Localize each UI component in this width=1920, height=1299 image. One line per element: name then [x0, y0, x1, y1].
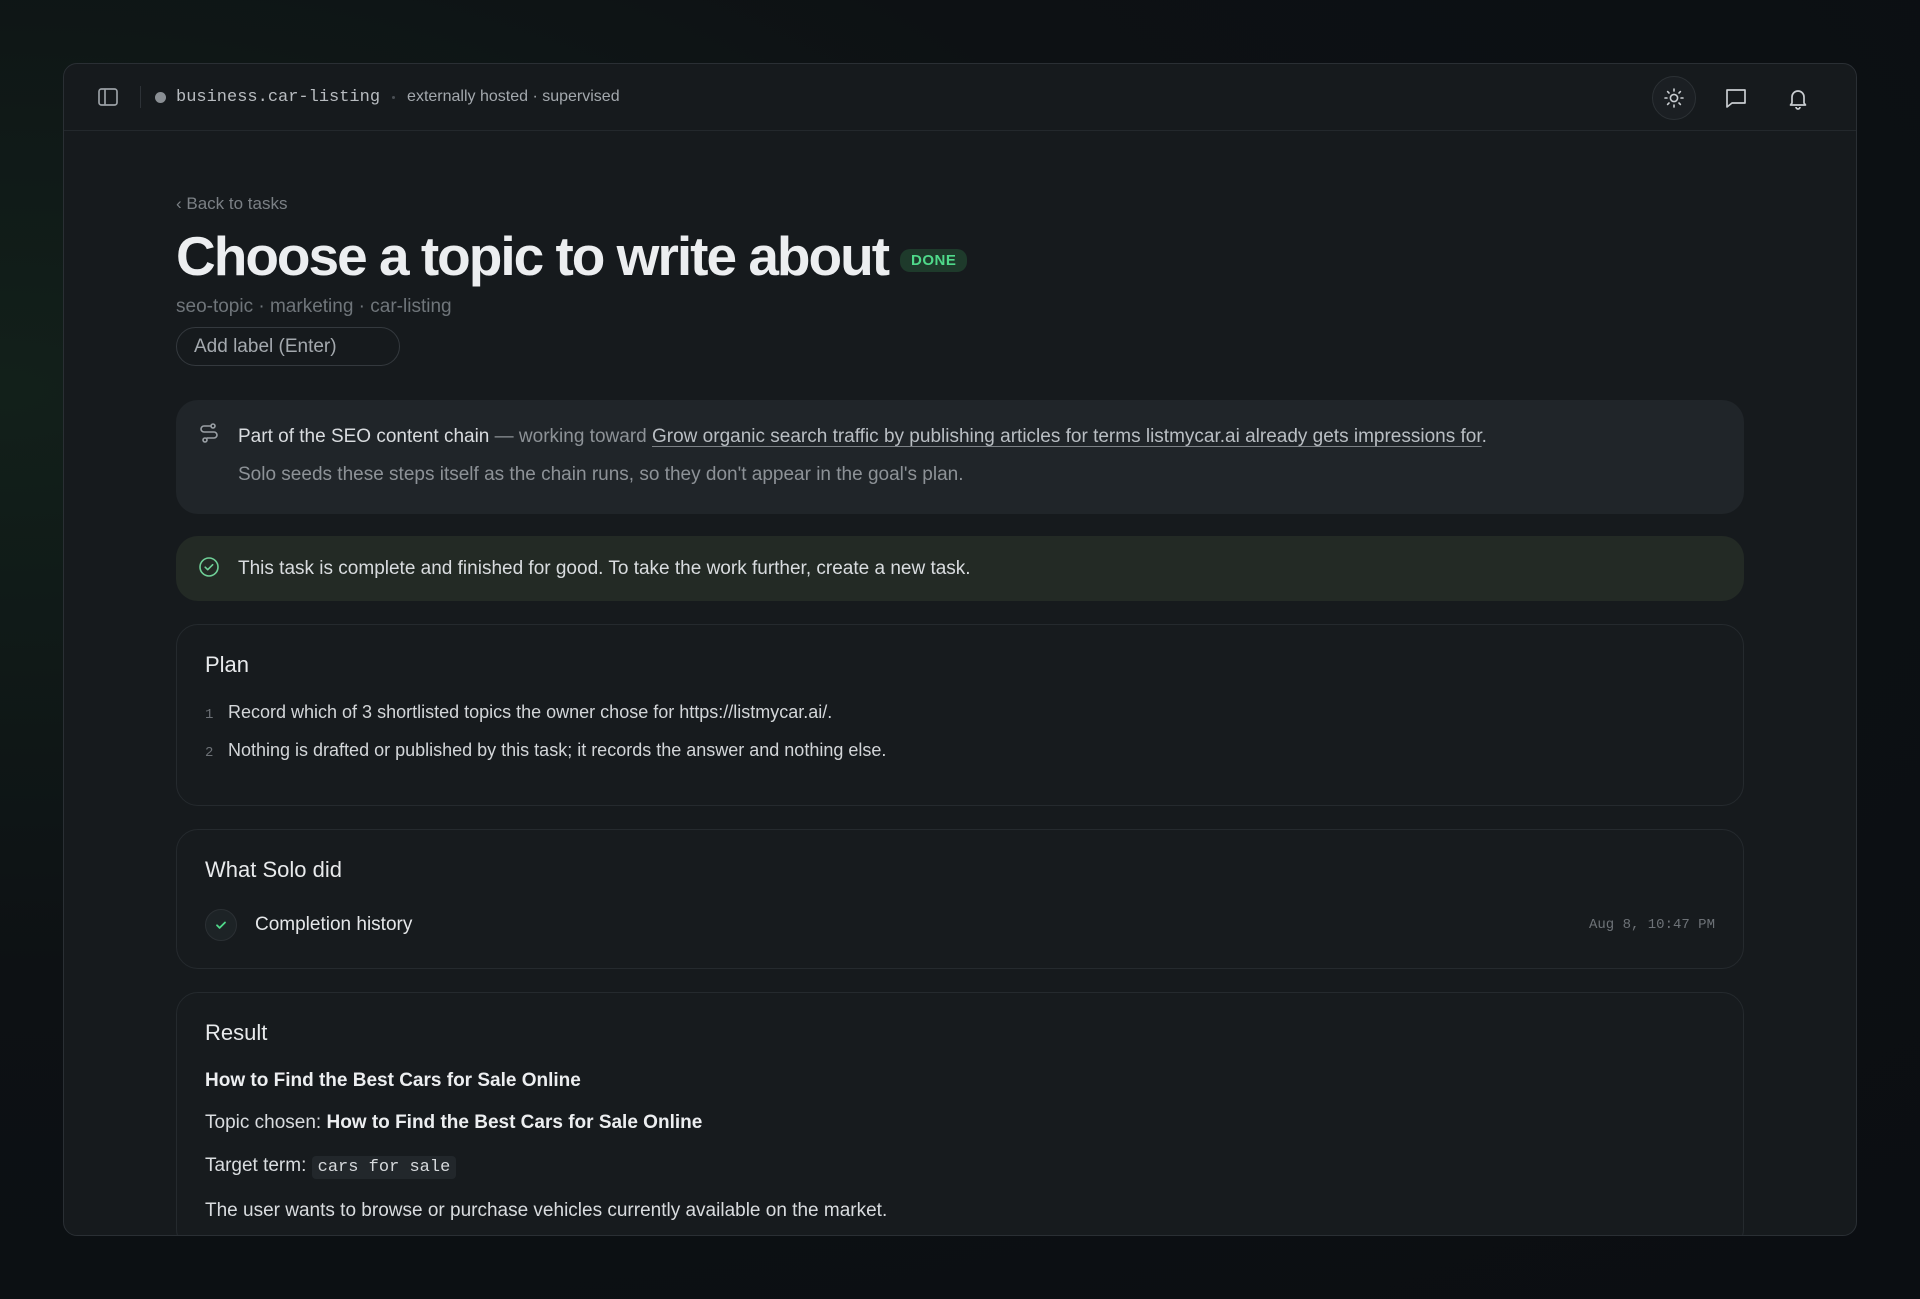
- chat-button[interactable]: [1714, 76, 1758, 120]
- plan-title: Plan: [205, 652, 250, 677]
- completion-history-label: Completion history: [255, 914, 413, 935]
- chain-lead: Part of the SEO content chain: [238, 426, 490, 447]
- sidebar-toggle-icon[interactable]: [94, 83, 122, 111]
- top-actions: [1652, 64, 1820, 131]
- status-dot: [155, 91, 166, 103]
- chain-icon: [198, 420, 222, 444]
- plan-step: 1 Record which of 3 shortlisted topics t…: [205, 702, 1715, 740]
- activity-card: What Solo did Completion history Aug 8, …: [176, 829, 1744, 969]
- topbar-divider: [140, 86, 141, 108]
- target-term-value: cars for sale: [311, 1156, 457, 1179]
- topic-chosen-value: How to Find the Best Cars for Sale Onlin…: [326, 1112, 703, 1133]
- topic-chosen-label: Topic chosen:: [205, 1112, 327, 1133]
- completion-history-time: Aug 8, 10:47 PM: [1588, 917, 1715, 933]
- title-row: Choose a topic to write about DONE: [176, 224, 1744, 288]
- activity-title: What Solo did: [205, 857, 342, 882]
- completion-notice: This task is complete and finished for g…: [176, 536, 1744, 601]
- check-icon: [205, 909, 237, 941]
- result-title: Result: [205, 1020, 268, 1045]
- target-term-line: Target term: cars for sale: [205, 1154, 1715, 1180]
- plan-step-text: Record which of 3 shortlisted topics the…: [228, 702, 833, 722]
- workspace-name[interactable]: business.car-listing: [176, 88, 380, 107]
- target-term-label: Target term:: [205, 1155, 312, 1176]
- top-bar: business.car-listing externally hosted ·…: [64, 64, 1856, 131]
- page-title: Choose a topic to write about: [176, 225, 890, 287]
- status-badge: DONE: [900, 248, 968, 272]
- completion-history-entry[interactable]: Completion history Aug 8, 10:47 PM: [205, 909, 1715, 941]
- completion-text: This task is complete and finished for g…: [238, 557, 971, 579]
- app-window: business.car-listing externally hosted ·…: [63, 63, 1857, 1236]
- task-content: ‹ Back to tasks Choose a topic to write …: [176, 194, 1744, 1235]
- separator-dot: [392, 95, 396, 99]
- chain-notice: Part of the SEO content chain — working …: [176, 400, 1744, 514]
- result-card: Result How to Find the Best Cars for Sal…: [176, 992, 1744, 1235]
- plan-step-text: Nothing is drafted or published by this …: [228, 740, 887, 760]
- search-intent: The user wants to browse or purchase veh…: [205, 1200, 888, 1221]
- notifications-button[interactable]: [1776, 76, 1820, 120]
- chain-period: .: [1481, 426, 1487, 447]
- theme-toggle-button[interactable]: [1652, 75, 1696, 120]
- plan-step-number: 1: [205, 707, 214, 723]
- chain-note: Solo seeds these steps itself as the cha…: [238, 464, 964, 485]
- bell-icon: [1789, 89, 1807, 110]
- goal-link[interactable]: Grow organic search traffic by publishin…: [652, 426, 1482, 447]
- plan-step: 2 Nothing is drafted or published by thi…: [205, 740, 1715, 778]
- back-to-tasks-link[interactable]: ‹ Back to tasks: [176, 194, 1744, 214]
- sun-icon: [1664, 87, 1684, 108]
- chain-mid: — working toward: [489, 426, 652, 447]
- plan-step-number: 2: [205, 745, 214, 761]
- add-label-input[interactable]: [176, 327, 400, 366]
- task-tags: seo-topic · marketing · car-listing: [176, 296, 452, 317]
- topic-chosen-line: Topic chosen: How to Find the Best Cars …: [205, 1111, 1715, 1135]
- plan-card: Plan 1 Record which of 3 shortlisted top…: [176, 624, 1744, 806]
- result-heading: How to Find the Best Cars for Sale Onlin…: [205, 1070, 581, 1091]
- check-circle-icon: [198, 556, 222, 580]
- hosting-mode: externally hosted · supervised: [407, 88, 620, 105]
- plan-list: 1 Record which of 3 shortlisted topics t…: [205, 702, 1715, 778]
- chat-icon: [1726, 88, 1746, 108]
